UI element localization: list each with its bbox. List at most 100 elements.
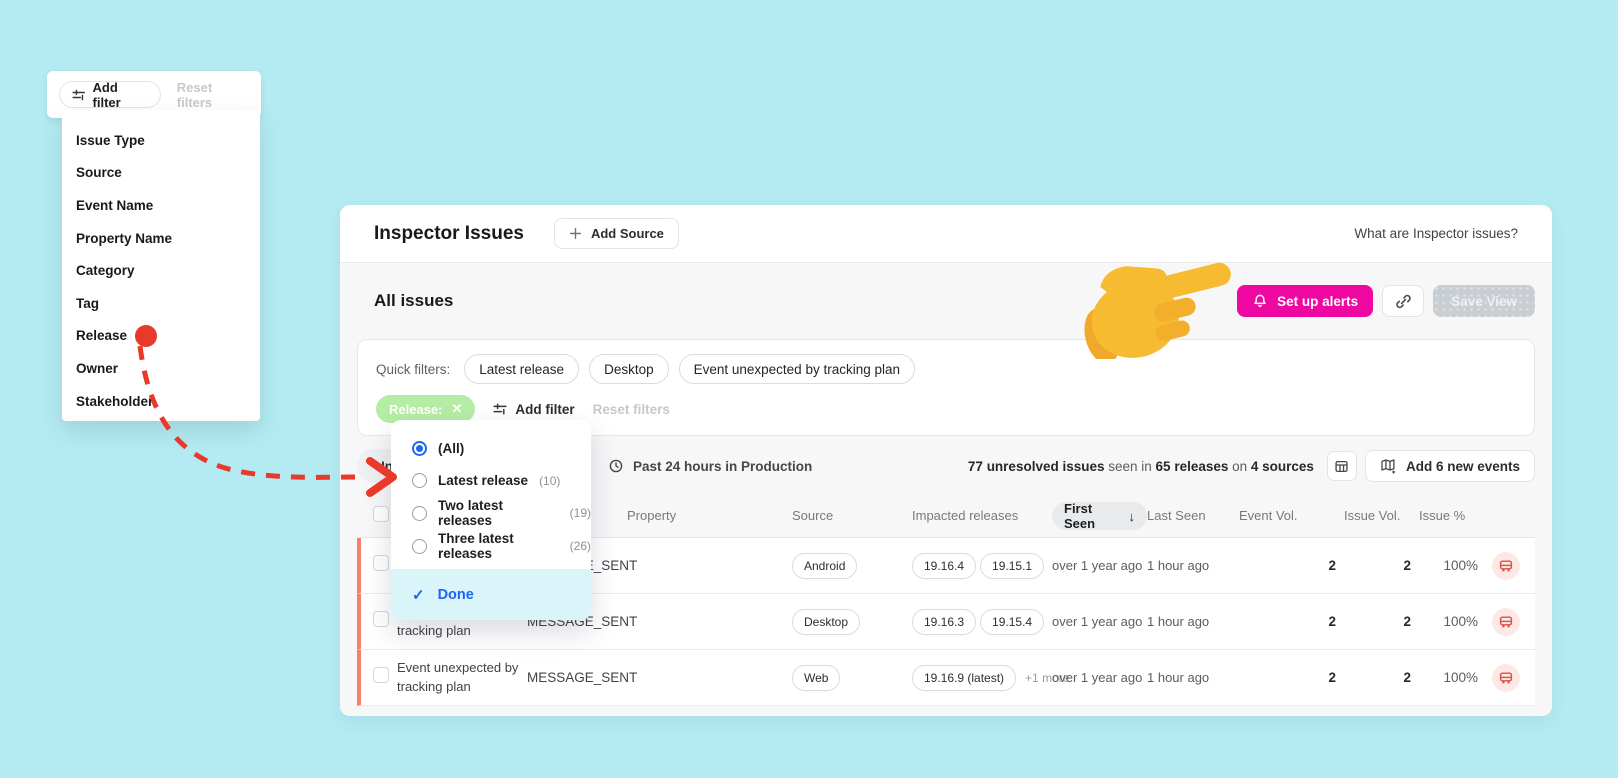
last-seen-cell: 1 hour ago	[1147, 614, 1210, 629]
impacted-releases-cell: 19.16.4 19.15.1	[912, 552, 1052, 579]
menu-item-category[interactable]: Category	[76, 254, 260, 287]
section-title: All issues	[374, 291, 454, 310]
active-release-filter-label: Release:	[389, 401, 443, 417]
add-filter-button[interactable]: Add filter	[59, 79, 161, 110]
release-highlight-dot	[135, 324, 158, 347]
menu-item-issue-type[interactable]: Issue Type	[76, 124, 260, 157]
issue-type-cell: Event unexpected by tracking plan	[397, 660, 519, 694]
chip-label: Latest release	[479, 361, 565, 377]
save-view-button[interactable]: Save View	[1433, 285, 1535, 317]
select-all-checkbox[interactable]	[373, 506, 389, 522]
menu-item-label: Category	[76, 263, 135, 279]
menu-item-label: Release	[76, 328, 128, 344]
issue-pct-cell: 100%	[1443, 670, 1478, 685]
add-filter-label: Add filter	[92, 79, 121, 110]
last-seen-cell: 1 hour ago	[1147, 558, 1210, 573]
setup-alerts-label: Set up alerts	[1277, 293, 1359, 309]
radio-selected-icon[interactable]	[412, 440, 427, 456]
summary-text: on	[1228, 458, 1251, 474]
impacted-releases-cell: 19.16.3 19.15.4	[912, 608, 1052, 635]
quick-filters-label: Quick filters:	[376, 361, 451, 377]
source-chip: Desktop	[792, 608, 861, 635]
help-link[interactable]: What are Inspector issues?	[1354, 226, 1518, 241]
last-seen-cell: 1 hour ago	[1147, 670, 1210, 685]
row-checkbox[interactable]	[373, 555, 389, 571]
release-chip: 19.15.4	[980, 608, 1045, 635]
menu-item-event-name[interactable]: Event Name	[76, 189, 260, 222]
col-header-event-vol: Event Vol.	[1239, 508, 1298, 523]
col-header-issue-pct: Issue %	[1419, 508, 1466, 523]
add-source-button[interactable]: Add Source	[553, 218, 679, 249]
release-chip: 19.15.1	[980, 552, 1045, 579]
time-range[interactable]: Past 24 hours in Production	[608, 458, 812, 474]
menu-item-source[interactable]: Source	[76, 157, 260, 190]
page-title: Inspector Issues	[374, 222, 524, 244]
active-filters-row: Release: ✕ Add filter Reset filters	[376, 395, 1516, 423]
menu-item-label: Property Name	[76, 230, 173, 246]
menu-item-owner[interactable]: Owner	[76, 352, 260, 385]
quick-filter-chip-desktop[interactable]: Desktop	[589, 354, 669, 384]
col-header-impacted: Impacted releases	[912, 508, 1019, 523]
menu-item-label: Owner	[76, 360, 119, 376]
event-vol-cell: 2	[1328, 614, 1336, 629]
radio-icon[interactable]	[412, 473, 427, 489]
first-seen-cell: over 1 year ago	[1052, 670, 1143, 685]
option-count: (26)	[569, 539, 591, 554]
issue-table-row[interactable]: Event unexpected by tracking plan MESSAG…	[357, 650, 1535, 706]
bell-icon	[1254, 294, 1266, 308]
col-header-first-seen-sort[interactable]: First Seen ↓	[1052, 501, 1147, 531]
event-vol-cell: 2	[1328, 670, 1336, 685]
event-name-cell: MESSAGE_SENT	[527, 670, 638, 685]
table-view-button[interactable]	[1326, 451, 1357, 481]
release-filter-dropdown: (All) Latest release (10) Two latest rel…	[391, 420, 591, 621]
sort-desc-icon: ↓	[1128, 508, 1136, 524]
issue-pct-cell: 100%	[1443, 558, 1478, 573]
add-filter-button[interactable]: Add filter	[493, 402, 575, 417]
reset-filters-button[interactable]: Reset filters	[177, 80, 249, 110]
release-option-all[interactable]: (All)	[391, 432, 591, 465]
done-button[interactable]: ✓ Done	[391, 569, 591, 621]
menu-item-stakeholder[interactable]: Stakeholder	[76, 385, 260, 418]
inspector-issues-panel: Inspector Issues Add Source What are Ins…	[340, 205, 1552, 716]
copy-link-button[interactable]	[1382, 285, 1425, 317]
panel-header: Inspector Issues Add Source What are Ins…	[340, 205, 1552, 263]
quick-filter-chip-event-unexpected[interactable]: Event unexpected by tracking plan	[678, 354, 915, 384]
release-option-latest[interactable]: Latest release (10)	[391, 465, 591, 498]
done-label: Done	[437, 586, 474, 603]
release-option-two-latest[interactable]: Two latest releases (19)	[391, 497, 591, 530]
reset-filters-button[interactable]: Reset filters	[593, 402, 670, 417]
menu-item-release[interactable]: Release	[76, 320, 260, 353]
quick-filter-chip-latest-release[interactable]: Latest release	[464, 354, 580, 384]
filter-icon	[493, 403, 507, 415]
app-canvas: Add filter Reset filters Issue Type Sour…	[0, 0, 1618, 778]
first-seen-cell: over 1 year ago	[1052, 614, 1143, 629]
view-actions: Set up alerts Save View	[1237, 285, 1535, 317]
chip-label: Desktop	[604, 361, 654, 377]
radio-icon[interactable]	[412, 538, 427, 554]
radio-icon[interactable]	[412, 505, 427, 521]
active-release-filter-chip[interactable]: Release: ✕	[376, 395, 476, 423]
option-label: (All)	[438, 440, 465, 456]
release-option-three-latest[interactable]: Three latest releases (26)	[391, 530, 591, 563]
menu-item-label: Stakeholder	[76, 393, 154, 409]
setup-alerts-button[interactable]: Set up alerts	[1237, 285, 1374, 317]
first-seen-cell: over 1 year ago	[1052, 558, 1143, 573]
remove-filter-icon[interactable]: ✕	[451, 401, 462, 417]
menu-item-label: Issue Type	[76, 132, 145, 148]
issues-summary: 77 unresolved issues seen in 65 releases…	[968, 459, 1314, 474]
release-chip: 19.16.3	[912, 608, 977, 635]
row-checkbox[interactable]	[373, 667, 389, 683]
impacted-releases-cell: 19.16.9 (latest) +1 more	[912, 664, 1069, 691]
menu-item-property-name[interactable]: Property Name	[76, 222, 260, 255]
pointing-hand-emoji	[1084, 262, 1231, 359]
add-new-events-button[interactable]: Add 6 new events	[1364, 450, 1535, 482]
event-vol-cell: 2	[1328, 558, 1336, 573]
menu-item-label: Event Name	[76, 197, 154, 213]
menu-item-tag[interactable]: Tag	[76, 287, 260, 320]
issue-vol-cell: 2	[1403, 670, 1411, 685]
option-label: Latest release	[438, 473, 529, 489]
source-chip: Android	[792, 552, 858, 579]
summary-sources: 4 sources	[1250, 458, 1314, 474]
row-checkbox[interactable]	[373, 611, 389, 627]
option-label: Three latest releases	[438, 531, 514, 562]
